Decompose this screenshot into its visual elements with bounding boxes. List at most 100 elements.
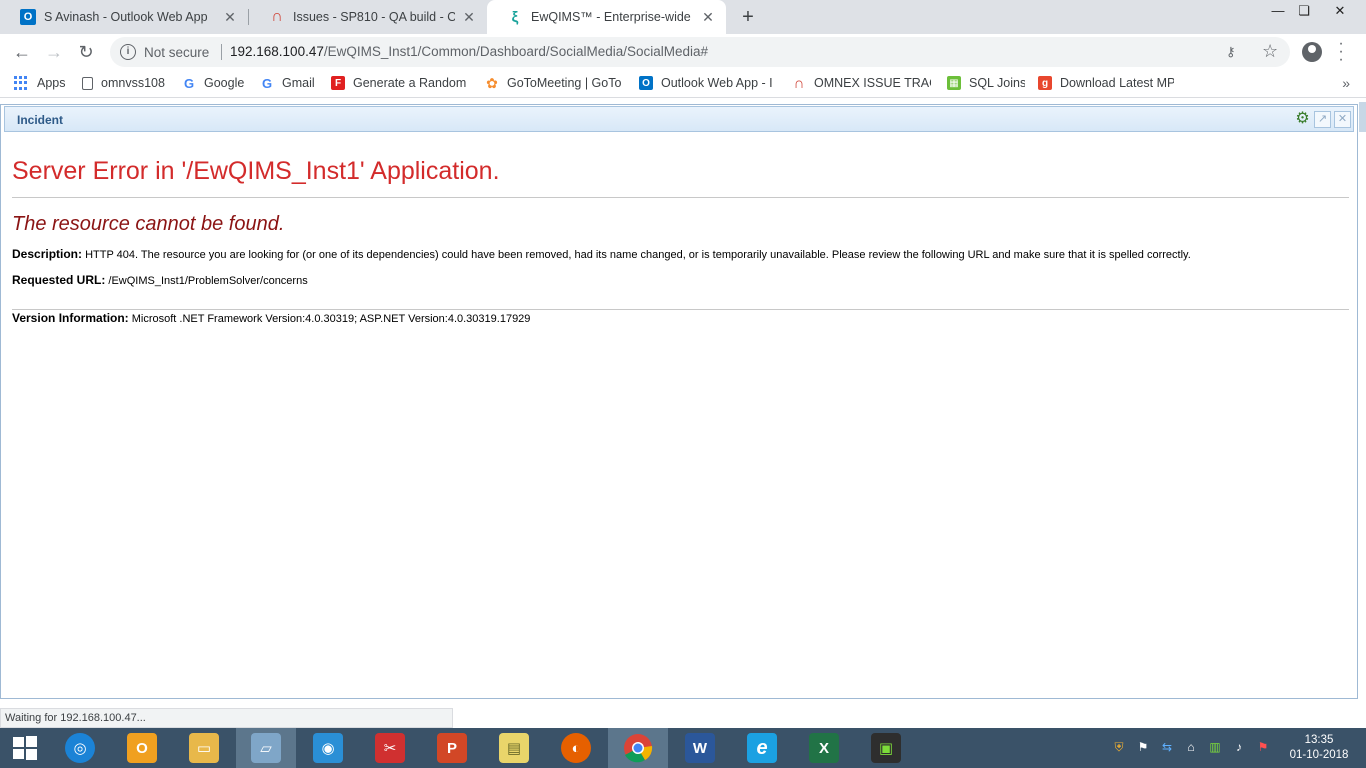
info-icon[interactable]: i	[120, 44, 136, 60]
description-label: Description:	[12, 247, 83, 261]
bookmark-label: Gmail	[282, 76, 315, 90]
reload-button[interactable]: ↻	[74, 40, 98, 64]
excel-icon[interactable]: X	[794, 728, 854, 768]
shield-icon[interactable]: ⛨	[1111, 740, 1127, 756]
bookmarks-bar: Apps omnvss108 G Google G Gmail F Genera…	[0, 70, 1366, 98]
google-icon: G	[261, 76, 273, 90]
page-content: Incident ⚙ ↗ ✕ Server Error in '/EwQIMS_…	[0, 98, 1366, 708]
close-icon[interactable]: ✕	[1334, 111, 1351, 128]
bookmark-item[interactable]: ∩ OMNEX ISSUE TRACK	[792, 76, 931, 90]
security-label[interactable]: Not secure	[144, 45, 209, 60]
close-tab-icon[interactable]: ✕	[222, 9, 238, 26]
new-tab-button[interactable]: +	[738, 5, 758, 29]
requested-url: Requested URL: /EwQIMS_Inst1/ProblemSolv…	[12, 273, 308, 287]
bookmark-item[interactable]: F Generate a Random I	[331, 76, 468, 90]
tab-title: EwQIMS™ - Enterprise-wide Qua	[531, 10, 694, 24]
internet-explorer-icon[interactable]: e	[732, 728, 792, 768]
start-button[interactable]	[0, 728, 50, 768]
sticky-notes-icon[interactable]: ▤	[484, 728, 544, 768]
file-explorer-icon[interactable]: ▭	[174, 728, 234, 768]
bookmark-label: omnvss108	[101, 76, 165, 90]
description-text: HTTP 404. The resource you are looking f…	[85, 249, 1191, 261]
network-icon[interactable]: ⌂	[1183, 740, 1199, 756]
flag-icon[interactable]: ⚑	[1135, 740, 1151, 756]
incident-window: Incident ⚙ ↗ ✕ Server Error in '/EwQIMS_…	[0, 104, 1358, 699]
incident-title: Incident	[17, 113, 64, 127]
teamviewer-icon[interactable]: ⇆	[1159, 740, 1175, 756]
popout-icon[interactable]: ↗	[1314, 111, 1331, 128]
outlook-app-icon[interactable]: O	[112, 728, 172, 768]
close-tab-icon[interactable]: ✕	[700, 9, 716, 26]
error-heading: Server Error in '/EwQIMS_Inst1' Applicat…	[12, 157, 500, 185]
bookmark-item[interactable]: ✿ GoToMeeting | GoTo	[485, 76, 623, 90]
system-clock[interactable]: 13:35 01-10-2018	[1284, 733, 1354, 763]
menu-icon[interactable]: · · ·	[1334, 36, 1348, 68]
tab-outlook[interactable]: O S Avinash - Outlook Web App ✕	[0, 0, 248, 34]
notepad-icon[interactable]: ▱	[236, 728, 296, 768]
profile-avatar-icon[interactable]	[1302, 42, 1322, 62]
bookmark-apps[interactable]: Apps	[14, 76, 66, 90]
google-icon: G	[183, 76, 195, 90]
bookmark-item[interactable]: G Gmail	[260, 76, 320, 90]
divider	[221, 44, 222, 60]
gotomeeting-icon: ✿	[486, 76, 498, 90]
language-flag-icon[interactable]: ⚑	[1255, 740, 1271, 756]
apps-grid-icon	[14, 76, 28, 90]
volume-icon[interactable]: ♪	[1231, 740, 1247, 756]
outlook-icon: O	[20, 9, 36, 25]
bookmark-star-icon[interactable]: ☆	[1262, 41, 1278, 62]
page-icon	[82, 76, 93, 90]
incident-header: Incident ⚙ ↗ ✕	[4, 106, 1354, 132]
error-description: Description: HTTP 404. The resource you …	[12, 247, 1191, 261]
version-information: Version Information: Microsoft .NET Fram…	[12, 311, 530, 325]
snipping-tool-icon[interactable]: ✂	[360, 728, 420, 768]
ewqims-icon: ξ	[511, 8, 519, 26]
tab-ewqims[interactable]: ξ EwQIMS™ - Enterprise-wide Qua ✕	[487, 0, 726, 34]
restore-button[interactable]: ❏	[1291, 0, 1317, 26]
download-g-icon: g	[1038, 76, 1052, 90]
bookmark-item[interactable]: O Outlook Web App - I	[639, 76, 775, 90]
clock-date: 01-10-2018	[1289, 749, 1349, 761]
video-recorder-icon[interactable]: ◉	[298, 728, 358, 768]
bookmark-label: Generate a Random I	[353, 76, 468, 90]
tab-jira-issues[interactable]: ∩ Issues - SP810 - QA build - OMN ✕	[249, 0, 487, 34]
close-tab-icon[interactable]: ✕	[461, 9, 477, 26]
bookmark-item[interactable]: ▦ SQL Joins	[947, 76, 1025, 90]
gear-icon[interactable]: ⚙	[1294, 111, 1311, 128]
browser-toolbar: ← → ↻ i Not secure 192.168.100.47/EwQIMS…	[0, 34, 1366, 70]
bookmark-label: OMNEX ISSUE TRACK	[814, 76, 931, 90]
powerpoint-icon[interactable]: P	[422, 728, 482, 768]
address-bar[interactable]: i Not secure 192.168.100.47/EwQIMS_Inst1…	[110, 37, 1290, 67]
chrome-logo-icon	[624, 734, 653, 763]
outlook-icon: O	[639, 76, 653, 90]
greenshot-tray-icon[interactable]: ▥	[1207, 740, 1223, 756]
greenshot-icon[interactable]: ▣	[856, 728, 916, 768]
bookmark-item[interactable]: g Download Latest MP	[1038, 76, 1174, 90]
more-bookmarks-icon[interactable]: »	[1342, 75, 1350, 91]
bookmark-item[interactable]: G Google	[182, 76, 252, 90]
key-icon[interactable]: ⚷	[1226, 44, 1236, 60]
bookmark-label: GoToMeeting | GoTo	[507, 76, 622, 90]
f-logo-icon: F	[331, 76, 345, 90]
close-window-button[interactable]: ✕	[1327, 0, 1353, 26]
version-label: Version Information:	[12, 311, 129, 325]
forward-button[interactable]: →	[42, 40, 66, 64]
tab-title: S Avinash - Outlook Web App	[44, 10, 208, 24]
bookmark-item[interactable]: omnvss108	[82, 76, 172, 90]
requested-url-label: Requested URL:	[12, 273, 106, 287]
bookmark-label: Outlook Web App - I	[661, 76, 773, 90]
bookmark-label: Apps	[37, 76, 66, 90]
chrome-icon[interactable]	[608, 728, 668, 768]
tab-strip: O S Avinash - Outlook Web App ✕ ∩ Issues…	[0, 0, 1366, 34]
jira-issue-icon: ∩	[793, 76, 805, 90]
minimize-button[interactable]: —	[1265, 0, 1291, 26]
clock-time: 13:35	[1304, 734, 1334, 746]
version-text: Microsoft .NET Framework Version:4.0.303…	[131, 313, 531, 325]
back-button[interactable]: ←	[10, 40, 34, 64]
safari-icon[interactable]: ◎	[50, 728, 110, 768]
sql-joins-icon: ▦	[947, 76, 961, 90]
word-icon[interactable]: W	[670, 728, 730, 768]
firefox-icon[interactable]: ◐	[546, 728, 606, 768]
url-text[interactable]: 192.168.100.47/EwQIMS_Inst1/Common/Dashb…	[230, 44, 708, 59]
divider	[12, 197, 1349, 198]
